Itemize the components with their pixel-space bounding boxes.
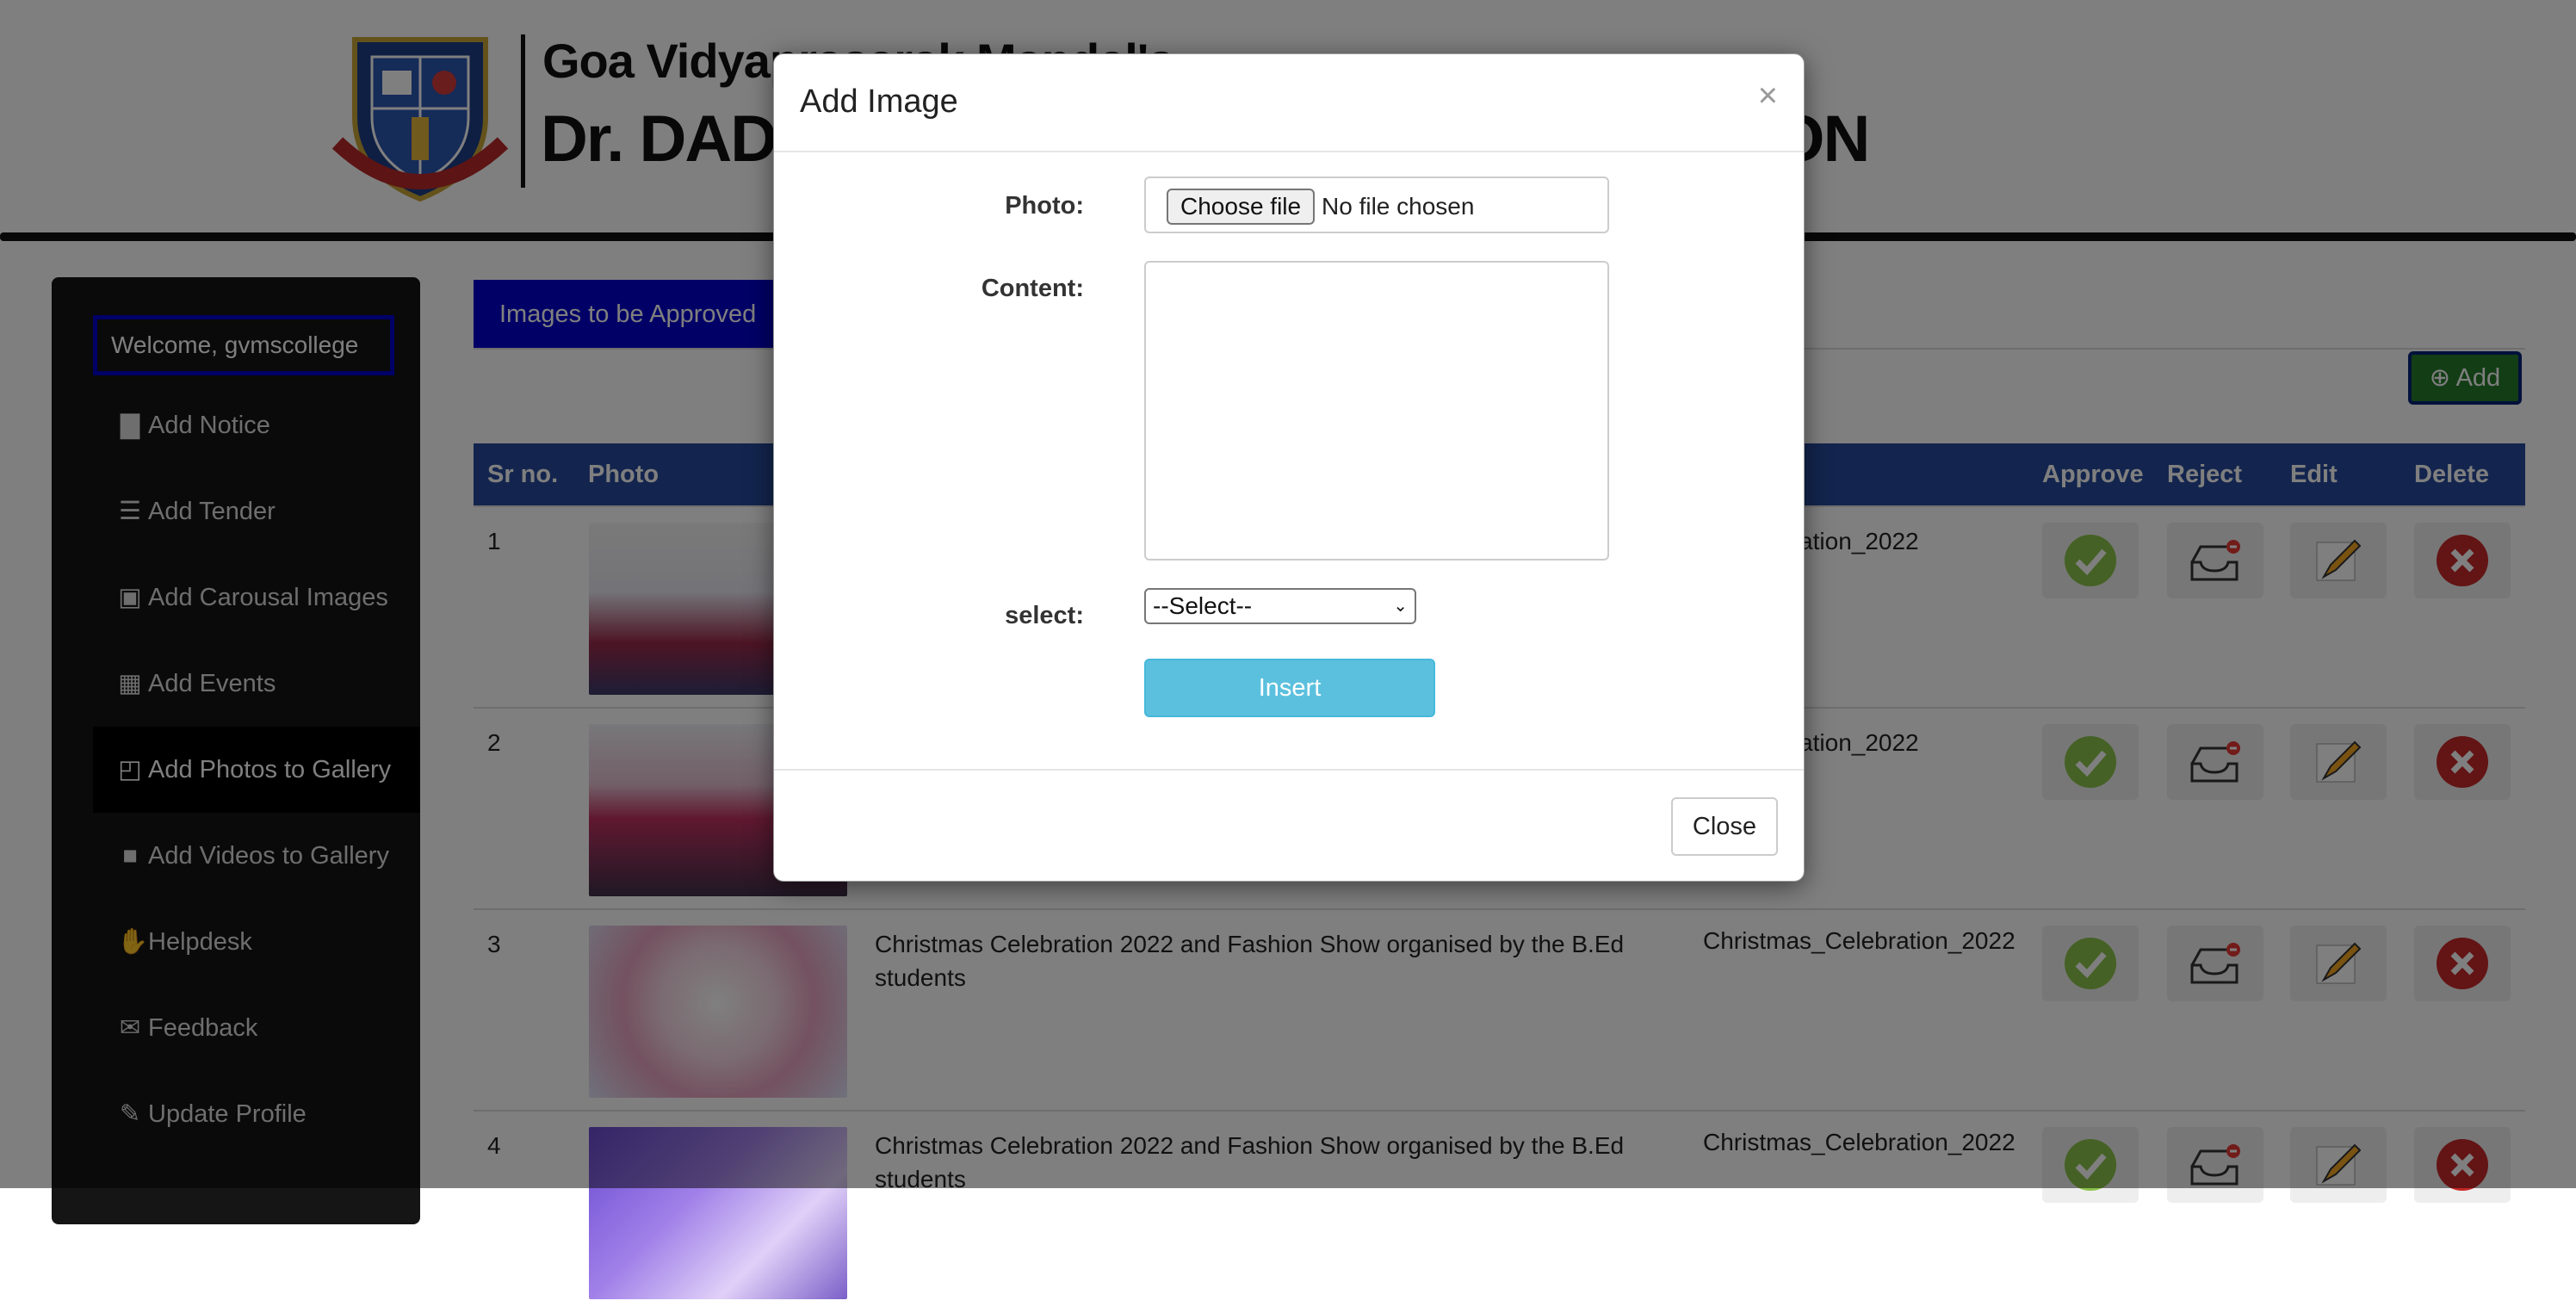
category-select[interactable]: --Select-- ⌄ [1144, 588, 1416, 624]
close-icon[interactable]: × [1758, 77, 1778, 115]
close-button[interactable]: Close [1671, 797, 1778, 856]
modal-header-divider [774, 151, 1804, 152]
file-status: No file chosen [1322, 193, 1475, 220]
modal-footer-divider [774, 769, 1804, 771]
photo-label: Photo: [1005, 192, 1084, 220]
content-label: Content: [981, 275, 1084, 302]
choose-file-button[interactable]: Choose file [1167, 189, 1316, 225]
select-label: select: [1005, 602, 1084, 629]
content-textarea[interactable] [1144, 261, 1609, 561]
insert-button[interactable]: Insert [1144, 659, 1435, 717]
add-image-modal: Add Image × Photo: Choose file No file c… [773, 53, 1805, 882]
modal-title: Add Image [800, 84, 958, 120]
chevron-down-icon: ⌄ [1393, 597, 1408, 616]
photo-file-input[interactable]: Choose file No file chosen [1144, 177, 1609, 233]
select-value: --Select-- [1153, 592, 1253, 619]
